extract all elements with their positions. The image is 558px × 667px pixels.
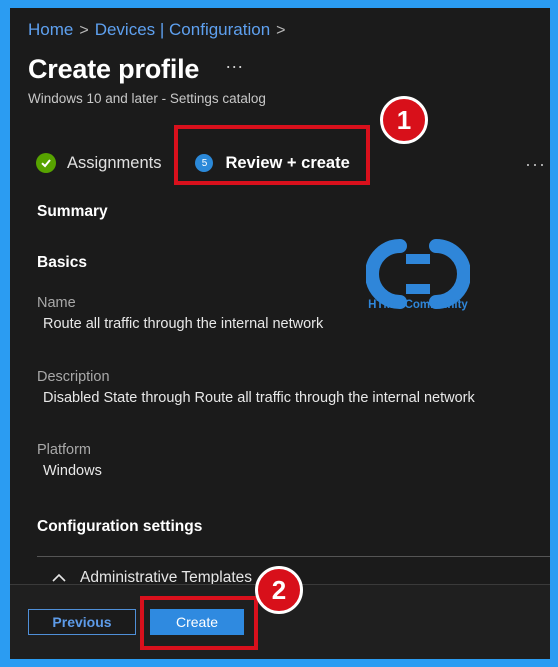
check-icon	[36, 153, 56, 173]
configuration-settings-heading: Configuration settings	[37, 518, 203, 535]
step-assignments[interactable]: Assignments	[36, 153, 161, 173]
summary-heading: Summary	[37, 203, 108, 220]
platform-value: Windows	[43, 463, 102, 479]
page-subtitle: Windows 10 and later - Settings catalog	[28, 91, 266, 106]
page-title: Create profile	[28, 54, 200, 84]
description-value: Disabled State through Route all traffic…	[43, 390, 475, 406]
description-label: Description	[37, 369, 110, 385]
basics-heading: Basics	[37, 254, 87, 271]
divider	[37, 556, 550, 557]
chevron-right-icon: >	[276, 22, 286, 39]
previous-button[interactable]: Previous	[28, 609, 136, 635]
more-icon[interactable]: ···	[525, 154, 546, 175]
callout-2: 2	[255, 566, 303, 614]
name-label: Name	[37, 295, 76, 311]
breadcrumb-devices-configuration[interactable]: Devices | Configuration	[95, 20, 270, 39]
name-value: Route all traffic through the internal n…	[43, 316, 324, 332]
watermark-text: HTMD Community	[368, 299, 468, 311]
step-label-assignments: Assignments	[67, 153, 162, 172]
highlight-review-create	[174, 125, 370, 185]
breadcrumb: Home > Devices | Configuration >	[28, 20, 292, 40]
title-row: Create profile ···	[28, 54, 243, 85]
more-icon[interactable]: ···	[225, 56, 243, 77]
breadcrumb-home[interactable]: Home	[28, 20, 73, 39]
highlight-create	[140, 596, 258, 650]
chevron-right-icon: >	[79, 22, 89, 39]
platform-label: Platform	[37, 442, 91, 458]
callout-1: 1	[380, 96, 428, 144]
app-window: Home > Devices | Configuration > Create pro…	[10, 8, 550, 659]
